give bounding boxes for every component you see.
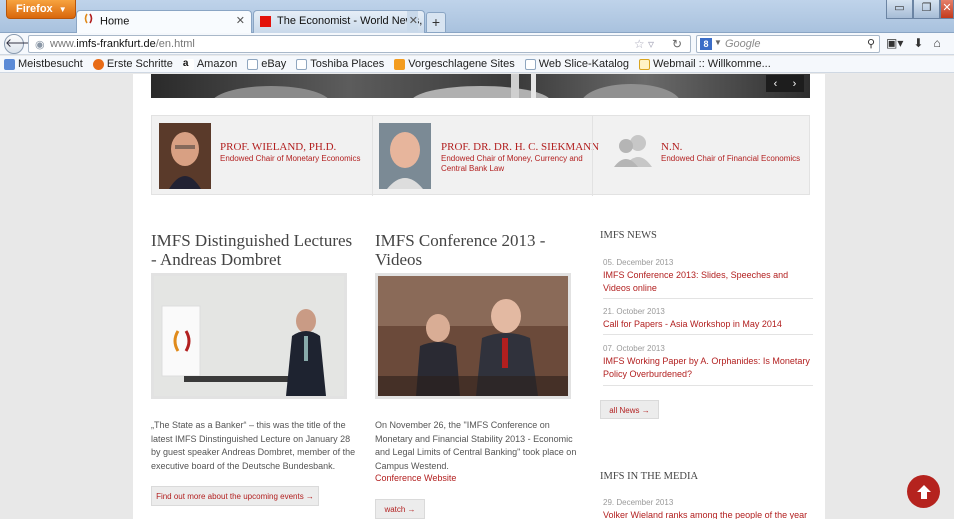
mail-icon — [639, 58, 650, 70]
tab-economist[interactable]: The Economist - World News, Politics... … — [253, 10, 425, 33]
tab-title: Home — [100, 15, 130, 28]
bookmark-folder-icon — [4, 58, 15, 70]
web-viewport: ‹ › PROF. WIELAND, PH.D. Endowed Chair o… — [0, 74, 954, 519]
toolbar-icons: ▣▾ ⬇ ⌂ — [886, 36, 941, 50]
news-date: 21. October 2013 — [603, 307, 665, 316]
media-item[interactable]: 29. December 2013 Volker Wieland ranks a… — [603, 498, 813, 519]
globe-icon: ◉ — [35, 39, 45, 51]
amazon-icon: a — [182, 58, 194, 70]
firefox-icon — [92, 58, 104, 70]
bookmark-item[interactable]: a Amazon — [182, 58, 237, 70]
close-tab-icon[interactable]: ✕ — [406, 11, 418, 32]
professor-photo — [379, 123, 431, 189]
imfs-favicon-icon — [83, 11, 94, 32]
download-icon[interactable]: ⬇ — [913, 36, 923, 50]
search-placeholder: Google — [725, 38, 761, 50]
news-heading: IMFS NEWS — [600, 230, 657, 241]
bookmark-item[interactable]: Web Slice-Katalog — [524, 58, 629, 70]
tab-home[interactable]: Home ✕ — [76, 10, 252, 34]
bookmark-item[interactable]: Vorgeschlagene Sites — [394, 58, 515, 70]
news-date: 05. December 2013 — [603, 258, 674, 267]
chevron-down-icon: ▼ — [714, 38, 722, 47]
arrow-up-icon — [916, 484, 931, 499]
professor-role: Endowed Chair of Financial Economics — [661, 154, 801, 163]
professor-role: Endowed Chair of Money, Currency and Cen… — [441, 154, 583, 173]
reload-icon[interactable]: ↻ — [672, 37, 682, 51]
news-link[interactable]: Call for Papers - Asia Workshop in May 2… — [603, 318, 813, 331]
lectures-title[interactable]: IMFS Distinguished Lectures - Andreas Do… — [151, 231, 356, 269]
bookmark-item[interactable]: Meistbesucht — [4, 58, 83, 70]
window-controls: ▭ ❐ ✕ — [886, 0, 954, 19]
minimize-button[interactable]: ▭ — [886, 0, 913, 19]
chevron-down-icon: ▼ — [58, 5, 67, 14]
conference-website-link[interactable]: Conference Website — [375, 473, 456, 483]
professor-name[interactable]: PROF. DR. DR. H. C. SIEKMANN — [441, 141, 599, 153]
search-bar[interactable]: 8 ▼ Google ⚲ — [696, 35, 880, 53]
professor-name[interactable]: N.N. — [661, 141, 682, 153]
news-link[interactable]: IMFS Working Paper by A. Orphanides: Is … — [603, 355, 813, 381]
bookmark-item[interactable]: Toshiba Places — [296, 58, 384, 70]
professor-role: Endowed Chair of Monetary Economics — [220, 154, 361, 163]
navigation-toolbar: 🡐 ◉ www.imfs-frankfurt.de/en.html ☆ ▿ ↻ … — [0, 33, 954, 55]
media-date: 29. December 2013 — [603, 498, 674, 507]
bookmark-item[interactable]: Erste Schritte — [92, 58, 173, 70]
professor-card[interactable]: N.N. Endowed Chair of Financial Economic… — [593, 116, 811, 196]
scroll-to-top-button[interactable] — [907, 475, 940, 508]
person-placeholder-icon — [614, 133, 652, 170]
professor-card[interactable]: PROF. WIELAND, PH.D. Endowed Chair of Mo… — [152, 116, 372, 196]
firefox-menu-button[interactable]: Firefox ▼ — [6, 0, 76, 19]
page-icon — [296, 58, 308, 70]
page-icon — [247, 58, 259, 70]
chevron-right-icon[interactable]: › — [793, 78, 797, 90]
address-bar[interactable]: ◉ www.imfs-frankfurt.de/en.html ☆ ▿ ↻ — [28, 35, 691, 53]
news-item[interactable]: 07. October 2013 IMFS Working Paper by A… — [603, 344, 813, 386]
conference-photo[interactable] — [375, 273, 571, 399]
back-button[interactable]: 🡐 — [4, 34, 37, 54]
economist-favicon-icon — [260, 15, 271, 27]
professor-name[interactable]: PROF. WIELAND, PH.D. — [220, 141, 336, 153]
conference-text: On November 26, the "IMFS Conference on … — [375, 420, 577, 471]
lectures-text: „The State as a Banker“ – this was the t… — [151, 420, 356, 471]
suggested-sites-icon — [394, 58, 406, 70]
url-text: www.imfs-frankfurt.de/en.html — [50, 38, 195, 50]
professor-photo — [159, 123, 211, 189]
chevron-left-icon[interactable]: ‹ — [774, 78, 778, 90]
new-tab-button[interactable]: + — [426, 12, 446, 32]
slider-photo — [214, 74, 679, 98]
all-news-button[interactable]: all News → — [600, 400, 659, 419]
search-icon[interactable]: ⚲ — [867, 37, 875, 50]
news-link[interactable]: IMFS Conference 2013: Slides, Speeches a… — [603, 269, 813, 295]
media-heading: IMFS IN THE MEDIA — [600, 471, 699, 482]
lecture-photo[interactable] — [151, 273, 347, 399]
bookmarks-toolbar: Meistbesucht Erste Schritte a Amazon eBay… — [0, 56, 954, 73]
bookmark-item[interactable]: eBay — [247, 58, 286, 70]
slider-arrows: ‹ › — [766, 75, 804, 92]
page-content: ‹ › PROF. WIELAND, PH.D. Endowed Chair o… — [133, 74, 825, 519]
professors-panel: PROF. WIELAND, PH.D. Endowed Chair of Mo… — [151, 115, 811, 196]
home-icon[interactable]: ⌂ — [933, 36, 940, 50]
conference-title[interactable]: IMFS Conference 2013 - Videos — [375, 231, 575, 269]
close-tab-icon[interactable]: ✕ — [236, 11, 245, 32]
tab-strip: Firefox ▼ Home ✕ The Economist - World Ne… — [0, 0, 954, 34]
google-icon[interactable]: 8 — [700, 38, 712, 50]
bookmark-star-icon[interactable]: ☆ ▿ — [634, 37, 654, 51]
professor-card[interactable]: PROF. DR. DR. H. C. SIEKMANN Endowed Cha… — [373, 116, 599, 196]
page-icon — [524, 58, 536, 70]
maximize-button[interactable]: ❐ — [913, 0, 940, 19]
news-date: 07. October 2013 — [603, 344, 665, 353]
firefox-menu-label: Firefox — [16, 3, 53, 15]
watch-button[interactable]: watch → — [375, 499, 425, 519]
news-item[interactable]: 21. October 2013 Call for Papers - Asia … — [603, 307, 813, 335]
upcoming-events-button[interactable]: Find out more about the upcoming events … — [151, 486, 319, 506]
news-item[interactable]: 05. December 2013 IMFS Conference 2013: … — [603, 258, 813, 299]
tab-title: The Economist - World News, Politics... — [277, 15, 424, 27]
bookmark-item[interactable]: Webmail :: Willkomme... — [639, 58, 771, 70]
addon-menu-icon[interactable]: ▣▾ — [886, 36, 903, 50]
media-link[interactable]: Volker Wieland ranks among the people of… — [603, 509, 813, 519]
close-window-button[interactable]: ✕ — [940, 0, 954, 19]
header-image-slider: ‹ › — [151, 74, 810, 98]
